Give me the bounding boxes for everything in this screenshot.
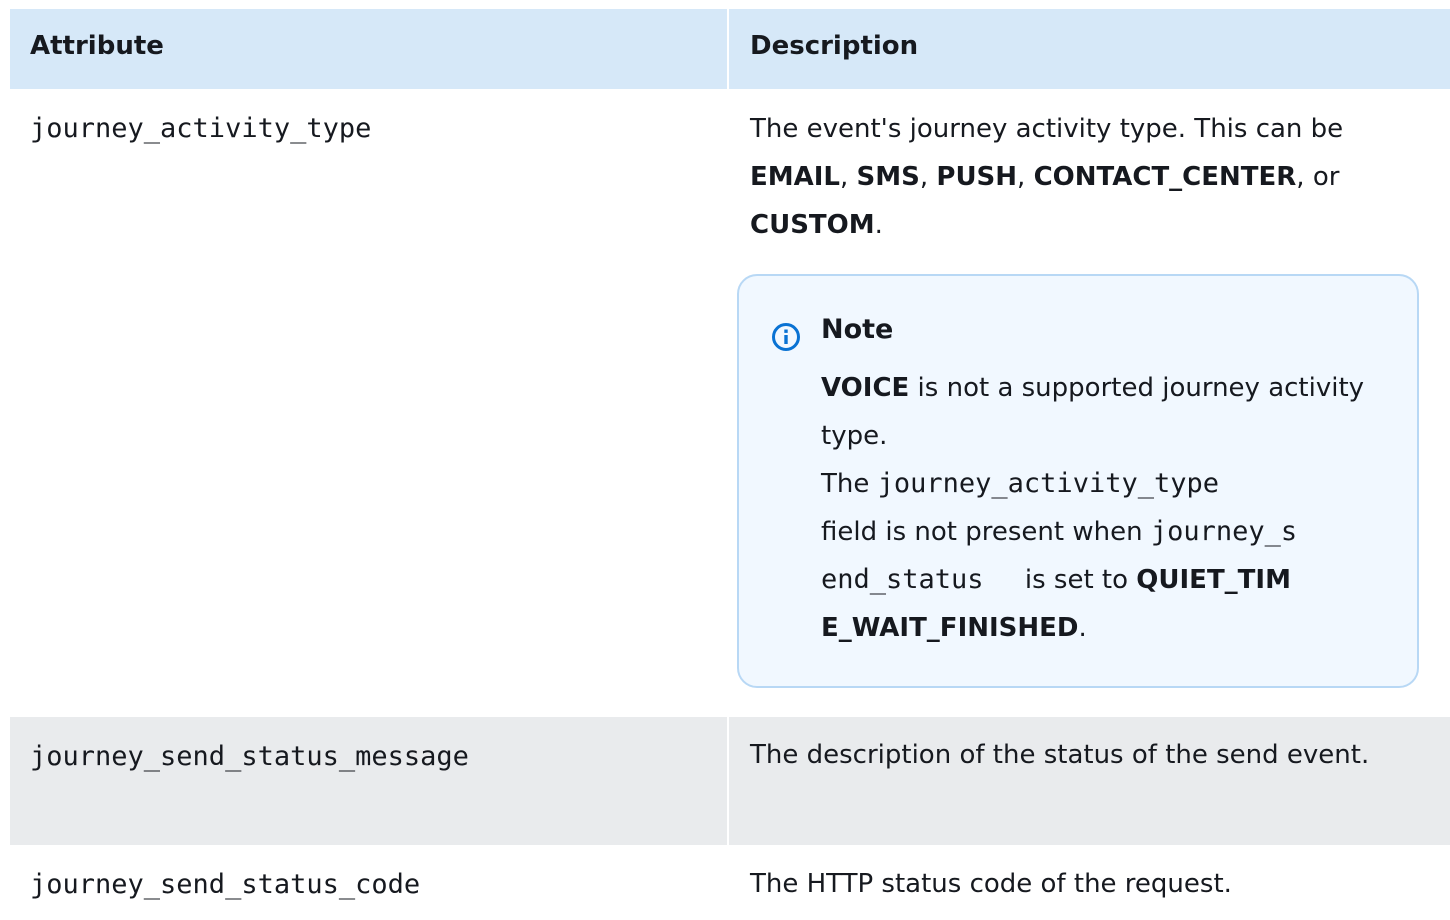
description-text: The event's journey activity type. This … xyxy=(750,89,1450,249)
code-journey-send-status-cont: end_status xyxy=(821,564,984,595)
description-text: The description of the status of the sen… xyxy=(750,740,1370,770)
description-text: The HTTP status code of the request. xyxy=(750,869,1232,899)
header-attribute: Attribute xyxy=(10,9,729,89)
code-journey-activity-type: journey_activity_type xyxy=(877,468,1219,499)
note-text: The xyxy=(821,469,878,499)
header-description: Description xyxy=(750,31,919,61)
type-custom: CUSTOM xyxy=(750,210,875,240)
attribute-description: The description of the status of the sen… xyxy=(729,717,1450,845)
separator: , xyxy=(919,162,937,192)
quiet-time-term-cont: E_WAIT_FINISHED xyxy=(821,613,1079,643)
voice-term: VOICE xyxy=(821,373,910,403)
attribute-name: journey_send_status_code xyxy=(10,845,729,920)
quiet-time-term: QUIET_TIM xyxy=(1136,565,1291,595)
note-text: is set to xyxy=(1016,565,1137,595)
type-email: EMAIL xyxy=(750,162,840,192)
note-paragraph-voice: VOICE is not a supported journey activit… xyxy=(821,364,1381,460)
table-row: journey_send_status_code The HTTP status… xyxy=(10,845,1450,920)
type-push: PUSH xyxy=(936,162,1018,192)
attribute-name: journey_send_status_message xyxy=(10,717,729,845)
note-body: VOICE is not a supported journey activit… xyxy=(821,364,1381,652)
table-header-row: Attribute Description xyxy=(10,9,1450,89)
attribute-description: The HTTP status code of the request. xyxy=(729,845,1450,920)
note-title: Note xyxy=(821,314,894,345)
note-text: field is not present when xyxy=(821,517,1151,547)
desc-intro: The event's journey activity type. This … xyxy=(750,114,1344,144)
attribute-name: journey_activity_type xyxy=(10,89,729,717)
code-journey-send-status: journey_s xyxy=(1150,516,1298,547)
type-contact-center: CONTACT_CENTER xyxy=(1033,162,1297,192)
note-paragraph-field: The journey_activity_type field is not p… xyxy=(821,460,1381,652)
info-icon xyxy=(771,322,801,352)
table-row: journey_send_status_message The descript… xyxy=(10,717,1450,845)
separator: , xyxy=(1017,162,1034,192)
note-box: Note VOICE is not a supported journey ac… xyxy=(737,274,1419,688)
separator-or: , or xyxy=(1296,162,1340,192)
period: . xyxy=(874,210,883,240)
note-period: . xyxy=(1078,613,1087,643)
type-sms: SMS xyxy=(856,162,920,192)
separator: , xyxy=(840,162,857,192)
